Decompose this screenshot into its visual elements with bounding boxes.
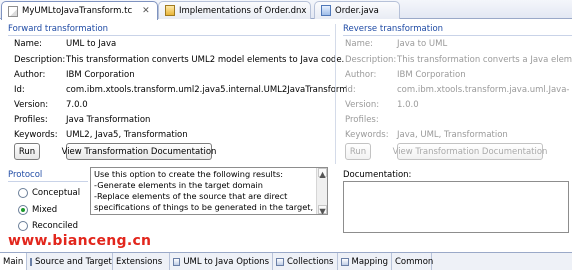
forward-id-label: Id: [14, 85, 25, 95]
forward-profiles-label: Profiles: [14, 115, 48, 125]
forward-section-title: Forward transformation [8, 24, 109, 34]
transform-config-file-icon [8, 5, 18, 17]
forward-keywords-label: Keywords: [14, 130, 58, 140]
page-tab-mapping[interactable]: Mapping [338, 253, 392, 270]
forward-author-label: Author: [14, 70, 46, 80]
documentation-textarea[interactable] [343, 181, 569, 233]
editor-tab-order-java[interactable]: Order.java [314, 1, 400, 19]
protocol-description-scrollbar[interactable]: ▲ ▼ [316, 168, 327, 214]
protocol-section-rule [8, 181, 88, 182]
forward-section-rule [8, 35, 330, 36]
editor-tab-label: MyUMLtoJavaTransform.tc [22, 6, 133, 16]
diagram-file-icon [165, 5, 175, 16]
forward-description-value: This transformation converts UML2 model … [66, 55, 345, 65]
protocol-description-line: specifications of things to be generated… [94, 202, 314, 212]
reverse-profiles-label: Profiles: [345, 115, 379, 125]
reverse-section-rule [343, 35, 572, 36]
reverse-keywords-label: Keywords: [345, 130, 389, 140]
reverse-name-value: Java to UML [397, 39, 448, 49]
protocol-conceptual-radio[interactable]: Conceptual [18, 188, 80, 198]
editor-tab-label: Order.java [335, 5, 379, 16]
reverse-description-value: This transformation converts a Java elem… [397, 55, 572, 65]
page-tab-label: UML to Java Options [183, 256, 269, 267]
documentation-label: Documentation: [343, 170, 412, 180]
reverse-section-title: Reverse transformation [343, 24, 444, 34]
forward-keywords-value: UML2, Java5, Transformation [66, 130, 188, 140]
page-tab-main[interactable]: Main [0, 253, 27, 270]
protocol-mixed-radio[interactable]: Mixed [18, 205, 57, 215]
reverse-author-value: IBM Corporation [397, 70, 466, 80]
page-tab-uml-to-java-options[interactable]: UML to Java Options [170, 253, 273, 270]
editor-tab-myumltojavatransform[interactable]: MyUMLtoJavaTransform.tc ✕ [1, 1, 158, 20]
editor-tab-label: Implementations of Order.dnx [179, 5, 307, 16]
section-divider [335, 24, 336, 164]
page-tab-label: Collections [287, 256, 334, 267]
protocol-description-line: Use this option to create the following … [94, 169, 283, 179]
protocol-description-line: -Replace elements of the source that are… [94, 191, 288, 201]
page-tab-label: Source and Target [35, 256, 112, 267]
protocol-option-label: Conceptual [32, 188, 81, 198]
close-icon[interactable]: ✕ [142, 6, 150, 16]
page-tab-label: Mapping [351, 256, 388, 267]
reverse-description-label: Description: [345, 55, 397, 65]
page-tab-common[interactable]: Common [392, 253, 434, 270]
scroll-down-arrow-icon[interactable]: ▼ [318, 205, 327, 214]
radio-unselected-icon [18, 188, 28, 198]
mapping-icon [341, 257, 349, 266]
forward-id-value: com.ibm.xtools.transform.uml2.java5.inte… [66, 85, 348, 95]
forward-view-documentation-button[interactable]: View Transformation Documentation [62, 143, 216, 160]
protocol-section-title: Protocol [8, 170, 43, 180]
forward-version-value: 7.0.0 [66, 100, 88, 110]
page-tab-label: Common [395, 256, 434, 267]
page-tab-extensions[interactable]: Extensions [113, 253, 170, 270]
java-file-icon [321, 5, 331, 16]
page-tab-collections[interactable]: Collections [273, 253, 338, 270]
reverse-run-button[interactable]: Run [345, 143, 371, 160]
forward-run-button[interactable]: Run [14, 143, 40, 160]
protocol-description-line: -Generate elements in the target domain [94, 180, 263, 190]
reverse-author-label: Author: [345, 70, 377, 80]
forward-description-label: Description: [14, 55, 66, 65]
reverse-id-label: Id: [345, 85, 356, 95]
reverse-version-label: Version: [345, 100, 380, 110]
protocol-option-label: Reconciled [32, 221, 79, 231]
forward-profiles-value: Java Transformation [66, 115, 151, 125]
forward-author-value: IBM Corporation [66, 70, 135, 80]
protocol-option-label: Mixed [32, 205, 58, 215]
reverse-view-documentation-button[interactable]: View Transformation Documentation [393, 143, 547, 160]
forward-name-value: UML to Java [66, 39, 117, 49]
reverse-id-value: com.ibm.xtools.transform.java.uml.Java- [397, 85, 570, 95]
editor-tab-implementations-of-order[interactable]: Implementations of Order.dnx [158, 1, 311, 19]
scroll-up-arrow-icon[interactable]: ▲ [318, 168, 327, 179]
watermark-text: www.bianceng.cn [8, 233, 152, 249]
page-tab-label: Extensions [116, 256, 163, 267]
editor-page-tabs: Main Source and Target Extensions UML to… [0, 252, 572, 270]
reverse-keywords-value: Java, UML, Transformation [397, 130, 508, 140]
page-tab-label: Main [3, 256, 24, 267]
forward-version-label: Version: [14, 100, 49, 110]
radio-unselected-icon [18, 221, 28, 231]
editor-tab-bar: MyUMLtoJavaTransform.tc ✕ Implementation… [0, 0, 572, 20]
radio-selected-icon [18, 205, 28, 215]
options-icon [173, 257, 181, 266]
source-target-icon [30, 257, 32, 266]
collections-icon [276, 257, 284, 266]
forward-name-label: Name: [14, 39, 42, 49]
protocol-description-box[interactable]: Use this option to create the following … [90, 167, 328, 215]
reverse-name-label: Name: [345, 39, 373, 49]
page-tab-source-and-target[interactable]: Source and Target [27, 253, 113, 270]
reverse-version-value: 1.0.0 [397, 100, 419, 110]
protocol-reconciled-radio[interactable]: Reconciled [18, 221, 78, 231]
